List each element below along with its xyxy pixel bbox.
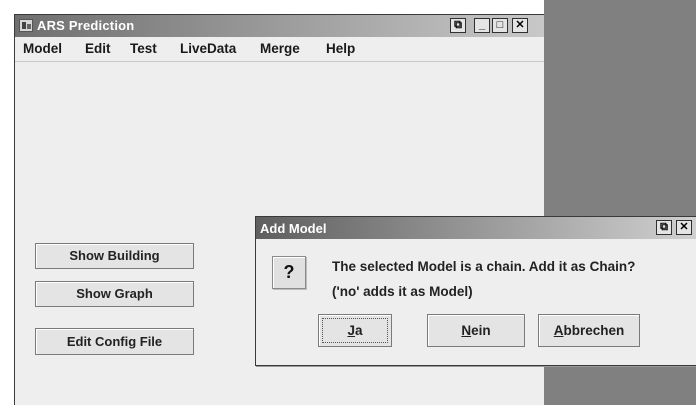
menu-merge[interactable]: Merge <box>260 41 300 56</box>
dialog-message-line2: ('no' adds it as Model) <box>332 284 473 299</box>
close-button[interactable]: ✕ <box>512 18 528 33</box>
nein-button[interactable]: Nein <box>427 314 525 347</box>
add-model-dialog: Add Model ⧉ ✕ ? The selected Model is a … <box>255 216 696 366</box>
show-graph-button[interactable]: Show Graph <box>35 281 194 307</box>
main-window-titlebar[interactable]: ARS Prediction ⧉ _ □ ✕ <box>15 15 544 37</box>
abbrechen-label-rest: bbrechen <box>563 323 625 338</box>
dialog-message-line1: The selected Model is a chain. Add it as… <box>332 259 636 274</box>
menu-test[interactable]: Test <box>130 41 157 56</box>
ja-mnemonic: J <box>347 323 355 338</box>
menu-model[interactable]: Model <box>23 41 62 56</box>
dialog-restore-icon[interactable]: ⧉ <box>656 220 672 235</box>
nein-mnemonic: N <box>461 323 472 338</box>
minimize-button[interactable]: _ <box>474 18 490 33</box>
app-icon <box>19 19 33 32</box>
restore-icon[interactable]: ⧉ <box>450 18 466 33</box>
nein-label-rest: ein <box>471 323 491 338</box>
ja-label-rest: a <box>355 323 363 338</box>
maximize-button[interactable]: □ <box>492 18 508 33</box>
question-icon: ? <box>272 256 306 289</box>
ja-button[interactable]: Ja <box>318 314 392 347</box>
menu-edit[interactable]: Edit <box>85 41 111 56</box>
dialog-titlebar[interactable]: Add Model ⧉ ✕ <box>256 217 696 239</box>
abbrechen-button[interactable]: Abbrechen <box>538 314 640 347</box>
menu-help[interactable]: Help <box>326 41 355 56</box>
menu-livedata[interactable]: LiveData <box>180 41 236 56</box>
show-building-button[interactable]: Show Building <box>35 243 194 269</box>
menu-bar: Model Edit Test LiveData Merge Help <box>15 37 544 62</box>
window-title: ARS Prediction <box>37 18 135 33</box>
edit-config-file-button[interactable]: Edit Config File <box>35 328 194 355</box>
dialog-title: Add Model <box>260 221 327 236</box>
dialog-close-button[interactable]: ✕ <box>676 220 692 235</box>
